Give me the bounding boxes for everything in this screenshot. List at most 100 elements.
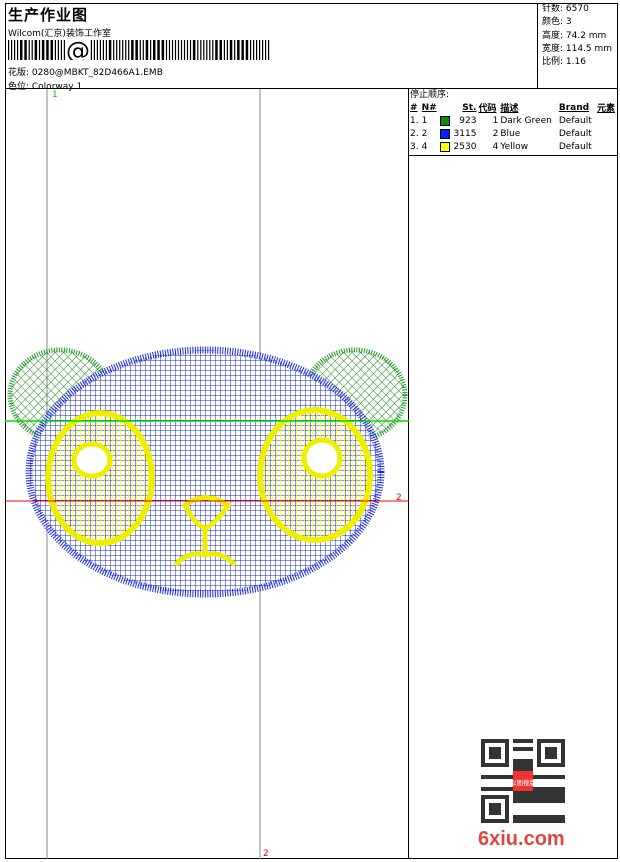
qr-module xyxy=(561,815,565,819)
qr-module xyxy=(557,815,561,819)
row-number: 4 xyxy=(421,141,428,152)
stitch-count: 923 xyxy=(459,115,477,126)
qr-module xyxy=(513,819,517,823)
qr-module xyxy=(481,787,485,791)
barcode-bar xyxy=(253,40,255,60)
barcode-bar xyxy=(186,40,189,60)
qr-module xyxy=(525,799,529,803)
qr-module xyxy=(497,787,501,791)
qr-module xyxy=(525,739,529,743)
qr-module xyxy=(525,747,529,751)
qr-module xyxy=(529,739,533,743)
row-brand: Default xyxy=(558,115,592,126)
barcode-bar xyxy=(8,40,10,60)
qr-module xyxy=(521,767,525,771)
qr-module xyxy=(545,787,549,791)
barcode-bar xyxy=(219,40,222,60)
stop-sequence-table: # N# St. 代码 描述 Brand 元素 1. 1 923 1 Dark Gree… xyxy=(409,101,618,153)
qr-module xyxy=(529,791,533,795)
qr-module xyxy=(533,815,537,819)
row-brand: Default xyxy=(558,128,592,139)
barcode-bar xyxy=(90,40,92,60)
qr-module xyxy=(557,799,561,803)
page-title: 生产作业图 xyxy=(8,6,89,24)
barcode-bar xyxy=(180,40,183,60)
qr-module xyxy=(545,819,549,823)
col-index: # xyxy=(410,102,418,113)
stop-row: 3. 4 2530 4 Yellow Default xyxy=(409,140,618,153)
qr-module xyxy=(533,795,537,799)
barcode-bar xyxy=(256,40,258,60)
qr-module xyxy=(553,815,557,819)
row-stitches: 2530 xyxy=(439,140,477,153)
qr-module xyxy=(521,791,525,795)
barcode-bar xyxy=(116,40,118,60)
qr-module xyxy=(549,819,553,823)
design-canvas: 1 2 2 xyxy=(5,89,409,859)
barcode-bar xyxy=(237,40,240,60)
barcode-bar xyxy=(38,40,41,60)
stitch-count: 针数: 6570 xyxy=(542,4,589,14)
barcode-bar xyxy=(54,40,56,60)
col-element: 元素 xyxy=(597,104,616,114)
qr-module xyxy=(561,819,565,823)
barcode-bar xyxy=(125,40,127,60)
qr-module xyxy=(537,791,541,795)
qr-module xyxy=(557,791,561,795)
qr-module xyxy=(513,763,517,767)
qr-module xyxy=(505,787,509,791)
stop-sequence-title: 停止顺序: xyxy=(410,90,450,100)
color-swatch xyxy=(440,141,451,152)
qr-module xyxy=(529,763,533,767)
qr-module xyxy=(529,799,533,803)
qr-module xyxy=(553,819,557,823)
qr-module xyxy=(517,795,521,799)
qr-module xyxy=(513,759,517,763)
barcode-bar xyxy=(60,40,62,60)
barcode-bar xyxy=(234,40,236,60)
qr-module xyxy=(529,795,533,799)
barcode-bar xyxy=(119,40,121,60)
qr-module xyxy=(485,775,489,779)
qr-code: 以图搜版 xyxy=(481,739,565,823)
qr-module xyxy=(509,787,513,791)
barcode-bar xyxy=(262,40,264,60)
barcode-bar xyxy=(14,40,16,60)
qr-module xyxy=(553,799,557,803)
barcode-bar xyxy=(108,40,112,60)
barcode-bar xyxy=(105,40,107,60)
qr-module xyxy=(545,815,549,819)
row-index: 3. xyxy=(410,141,419,152)
barcode-bar xyxy=(183,40,186,60)
barcode-bar xyxy=(168,40,171,60)
col-number: N# xyxy=(421,102,437,113)
qr-module xyxy=(557,775,561,779)
qr-module xyxy=(557,819,561,823)
barcode-bar xyxy=(250,40,252,60)
barcode-bar xyxy=(209,40,211,60)
row-index: 2. xyxy=(410,128,419,139)
guide-label-2: 2 xyxy=(396,493,402,503)
barcode-bar xyxy=(223,40,225,60)
row-code: 2 xyxy=(492,128,499,139)
qr-module xyxy=(517,767,521,771)
qr-module xyxy=(541,791,545,795)
barcode-bar xyxy=(215,40,218,60)
qr-module xyxy=(513,739,517,743)
barcode-bar xyxy=(28,40,30,60)
qr-module xyxy=(513,767,517,771)
qr-module xyxy=(485,787,489,791)
qr-module xyxy=(517,791,521,795)
barcode-bar xyxy=(268,40,270,60)
qr-module xyxy=(557,787,561,791)
qr-module xyxy=(537,787,541,791)
company-name: Wilcom(汇京)装饰工作室 xyxy=(8,29,111,39)
qr-module xyxy=(521,815,525,819)
qr-module xyxy=(529,759,533,763)
qr-module xyxy=(533,787,537,791)
barcode-bar xyxy=(229,40,233,60)
barcode-bar xyxy=(139,40,141,60)
qr-module xyxy=(541,795,545,799)
qr-module xyxy=(545,799,549,803)
row-stitches: 3115 xyxy=(439,127,477,140)
